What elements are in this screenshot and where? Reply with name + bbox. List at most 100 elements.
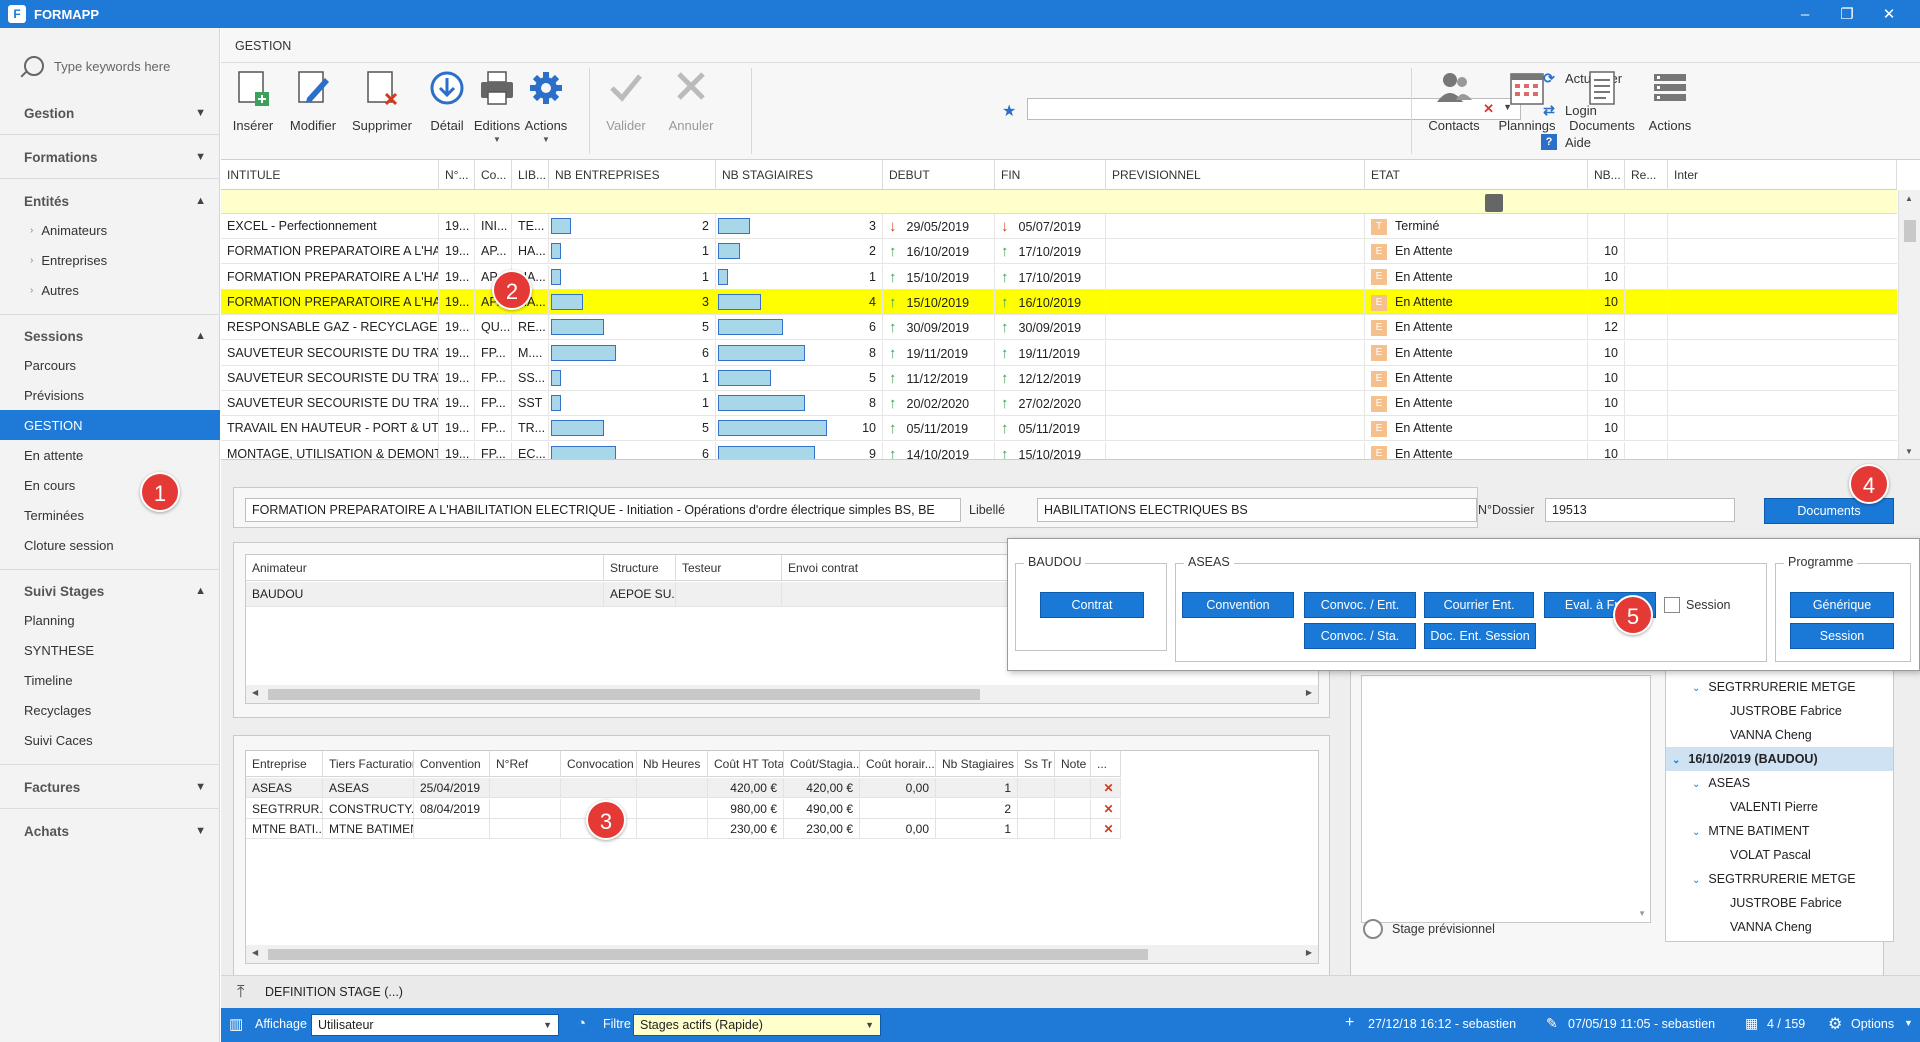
generique-button[interactable]: Générique — [1790, 592, 1894, 618]
tree-node[interactable]: ⌄ SEGTRRURERIE METGE — [1666, 867, 1893, 891]
animateur-cell[interactable]: AEPOE SU... — [604, 582, 676, 607]
column-header[interactable]: Inter — [1668, 160, 1897, 190]
column-header[interactable]: INTITULE — [221, 160, 439, 190]
column-header[interactable]: ETAT — [1365, 160, 1588, 190]
libelle-field[interactable]: HABILITATIONS ELECTRIQUES BS — [1037, 498, 1477, 522]
minimize-button[interactable]: – — [1784, 0, 1826, 28]
entreprise-cell[interactable] — [1055, 798, 1091, 819]
edit-button[interactable]: Modifier — [281, 68, 345, 158]
column-header[interactable]: FIN — [995, 160, 1106, 190]
section-sessions[interactable]: Sessions ▲ — [0, 321, 220, 351]
options-button[interactable]: Options — [1851, 1017, 1894, 1031]
sidebar-item-entreprises[interactable]: › Entreprises — [0, 245, 220, 275]
scroll-right-icon[interactable]: ▶ — [1306, 688, 1312, 697]
dossier-field[interactable]: 19513 — [1545, 498, 1735, 522]
entreprise-cell[interactable]: 420,00 € — [708, 778, 784, 798]
tree-expand-icon[interactable]: ⌄ — [1692, 683, 1700, 694]
section-entites[interactable]: Entités ▲ — [0, 186, 220, 216]
animateur-cell[interactable]: BAUDOU — [246, 582, 604, 607]
entreprise-cell[interactable] — [637, 798, 708, 819]
affichage-select[interactable]: Utilisateur ▼ — [311, 1014, 559, 1036]
entreprise-cell[interactable] — [490, 778, 561, 798]
filtre-select[interactable]: Stages actifs (Rapide) ▼ — [633, 1014, 881, 1036]
stage-previsionnel-radio[interactable] — [1363, 919, 1383, 939]
entreprise-cell[interactable] — [1055, 778, 1091, 798]
sidebar-item-gestion[interactable]: GESTION — [0, 410, 220, 440]
section-suivi-stages[interactable]: Suivi Stages ▲ — [0, 576, 220, 606]
column-header[interactable]: Nb Heures — [637, 751, 708, 777]
column-header[interactable]: Nb Stagiaires — [936, 751, 1018, 777]
table-row[interactable]: SAUVETEUR SECOURISTE DU TRAVAIL19...FP..… — [221, 365, 1897, 391]
tree-node[interactable]: VOLAT Pascal — [1666, 843, 1893, 867]
column-header[interactable]: Ss Tr — [1018, 751, 1055, 777]
entreprise-cell[interactable]: 25/04/2019 — [414, 778, 490, 798]
entreprise-cell[interactable]: SEGTRRUR... — [246, 798, 323, 819]
section-achats[interactable]: Achats ▼ — [0, 816, 220, 846]
scroll-thumb[interactable] — [1904, 220, 1916, 242]
tree-node[interactable]: VALENTI Pierre — [1666, 795, 1893, 819]
sidebar-item-animateurs[interactable]: › Animateurs — [0, 215, 220, 245]
insert-button[interactable]: Insérer — [221, 68, 285, 158]
column-header[interactable]: ... — [1091, 751, 1121, 777]
entreprise-cell[interactable]: 980,00 € — [708, 798, 784, 819]
column-header[interactable]: NB STAGIAIRES — [716, 160, 883, 190]
sidebar-item-parcours[interactable]: Parcours — [0, 350, 220, 380]
delete-button[interactable]: Supprimer — [345, 68, 419, 158]
tree-node[interactable]: VANNA Cheng — [1666, 723, 1893, 747]
table-row[interactable]: SAUVETEUR SECOURISTE DU TRAVAIL19...FP..… — [221, 391, 1897, 417]
delete-row-icon[interactable]: ✕ — [1091, 798, 1121, 819]
tree-node[interactable]: JUSTROBE Fabrice — [1666, 891, 1893, 915]
sidebar-item-synthese[interactable]: SYNTHESE — [0, 635, 220, 665]
sidebar-item-suivi-caces[interactable]: Suivi Caces — [0, 725, 220, 755]
entreprise-cell[interactable]: 2 — [936, 798, 1018, 819]
convention-button[interactable]: Convention — [1182, 592, 1294, 618]
documents-ribbon-button[interactable]: Documents — [1561, 68, 1643, 158]
sidebar-item-en-cours[interactable]: En cours — [0, 470, 220, 500]
actions-button[interactable]: Actions ▼ — [514, 68, 578, 158]
entreprises-horizontal-scrollbar[interactable]: ◀ ▶ — [246, 945, 1318, 963]
column-header[interactable]: NB ENTREPRISES — [549, 160, 716, 190]
table-row[interactable]: EXCEL - Perfectionnement 19... INI... TE...… — [221, 214, 1897, 239]
tree-node[interactable]: ⌄ ASEAS — [1666, 771, 1893, 795]
column-header[interactable]: DEBUT — [883, 160, 995, 190]
entreprise-cell[interactable] — [561, 778, 637, 798]
animateurs-horizontal-scrollbar[interactable]: ◀ ▶ — [246, 685, 1318, 703]
entreprise-cell[interactable]: MTNE BATIMENT — [323, 819, 414, 839]
close-button[interactable]: ✕ — [1868, 0, 1910, 28]
sidebar-item-previsions[interactable]: Prévisions — [0, 380, 220, 410]
entreprise-cell[interactable]: 1 — [936, 778, 1018, 798]
cancel-button[interactable]: Annuler — [659, 68, 723, 158]
tree-node[interactable]: ⌄ 16/10/2019 (BAUDOU) — [1666, 747, 1893, 771]
section-gestion[interactable]: Gestion ▼ — [0, 98, 220, 128]
column-header[interactable]: Convocation — [561, 751, 637, 777]
entreprise-cell[interactable] — [1018, 778, 1055, 798]
sidebar-item-timeline[interactable]: Timeline — [0, 665, 220, 695]
animateur-cell[interactable] — [676, 582, 782, 607]
tree-node[interactable]: ⌄ MTNE BATIMENT — [1666, 819, 1893, 843]
scroll-left-icon[interactable]: ◀ — [252, 948, 258, 957]
convoc-ent-button[interactable]: Convoc. / Ent. — [1304, 592, 1416, 618]
column-header[interactable]: N°... — [439, 160, 475, 190]
column-header[interactable]: N°Ref — [490, 751, 561, 777]
entreprise-cell[interactable] — [1055, 819, 1091, 839]
entreprise-cell[interactable]: 0,00 — [860, 778, 936, 798]
tree-expand-icon[interactable]: ⌄ — [1672, 755, 1680, 766]
entreprise-cell[interactable]: MTNE BATI... — [246, 819, 323, 839]
entreprise-cell[interactable]: 1 — [936, 819, 1018, 839]
validate-button[interactable]: Valider — [594, 68, 658, 158]
courrier-ent-button[interactable]: Courrier Ent. — [1424, 592, 1534, 618]
scroll-down-icon[interactable]: ▼ — [1905, 447, 1913, 456]
search-box[interactable]: Type keywords here — [0, 28, 219, 104]
table-row[interactable]: RESPONSABLE GAZ - RECYCLAGE 19... QU... RE.… — [221, 315, 1897, 341]
entreprise-cell[interactable]: ASEAS — [246, 778, 323, 798]
grid-filter-row[interactable] — [221, 190, 1897, 214]
entreprise-cell[interactable]: 230,00 € — [784, 819, 860, 839]
sidebar-item-autres[interactable]: › Autres — [0, 275, 220, 305]
column-header[interactable]: Entreprise — [246, 751, 323, 777]
column-header[interactable]: PREVISIONNEL — [1106, 160, 1365, 190]
session-checkbox[interactable] — [1664, 597, 1680, 613]
section-formations[interactable]: Formations ▼ — [0, 142, 220, 172]
entreprise-cell[interactable] — [490, 819, 561, 839]
column-header[interactable]: LIB... — [512, 160, 549, 190]
programme-session-button[interactable]: Session — [1790, 623, 1894, 649]
